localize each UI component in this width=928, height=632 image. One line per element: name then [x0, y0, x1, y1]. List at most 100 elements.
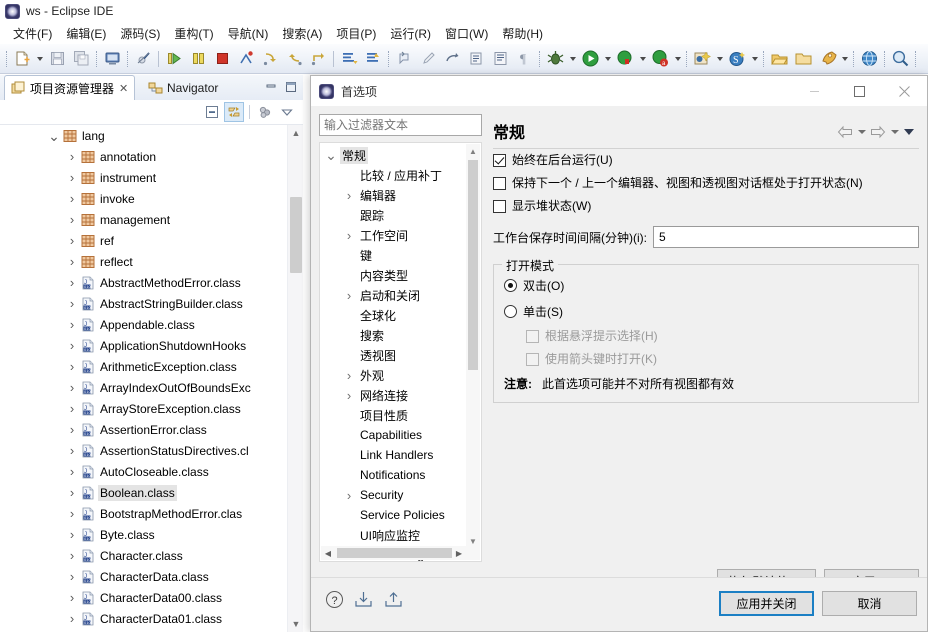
back-history-chevron-down-icon[interactable] [855, 122, 868, 142]
cancel-button[interactable]: 取消 [822, 591, 917, 616]
preferences-tree-item[interactable]: › 网络连接 [320, 385, 465, 405]
tree-item[interactable]: › J 010 Appendable.class [0, 314, 303, 335]
scroll-up-arrow[interactable]: ▲ [466, 144, 480, 158]
tree-item[interactable]: › annotation [0, 146, 303, 167]
forward-history-chevron-down-icon[interactable] [888, 122, 901, 142]
chevron-right-icon[interactable]: › [64, 212, 80, 227]
last-edit-location-button[interactable] [392, 47, 416, 71]
keep-next-prev-dialog-open-row[interactable]: 保持下一个 / 上一个编辑器、视图和透视图对话框处于打开状态(N) [493, 176, 919, 191]
dialog-maximize-button[interactable] [837, 76, 882, 106]
forward-history-button[interactable] [464, 47, 488, 71]
preferences-tree-item[interactable]: 搜索 [320, 325, 465, 345]
preferences-tree-item[interactable]: 键 [320, 245, 465, 265]
pencil-button[interactable] [416, 47, 440, 71]
preferences-tree-item[interactable]: Capabilities [320, 425, 465, 445]
scroll-right-arrow[interactable]: ▶ [452, 546, 466, 560]
chevron-right-icon[interactable]: › [64, 443, 80, 458]
preferences-tree-item[interactable]: ⌄ 常规 [320, 145, 465, 165]
collapse-all-button[interactable] [202, 102, 222, 122]
view-filters-button[interactable] [255, 102, 275, 122]
chevron-right-icon[interactable]: › [64, 485, 80, 500]
tree-item[interactable]: ⌄ lang [0, 125, 303, 146]
link-with-editor-button[interactable] [224, 102, 244, 122]
preferences-tree-item[interactable]: Service Policies [320, 505, 465, 525]
chevron-right-icon[interactable]: › [64, 464, 80, 479]
chevron-right-icon[interactable]: › [64, 170, 80, 185]
pilcrow-button[interactable]: ¶ [512, 47, 536, 71]
tree-item[interactable]: › J 010 ArithmeticException.class [0, 356, 303, 377]
step-into-button[interactable] [258, 47, 282, 71]
tree-item[interactable]: › J 010 Character.class [0, 545, 303, 566]
open-folder-button[interactable] [791, 47, 815, 71]
previous-annotation-button[interactable] [361, 47, 385, 71]
chevron-right-icon[interactable]: › [64, 590, 80, 605]
terminate-button[interactable] [210, 47, 234, 71]
chevron-right-icon[interactable]: › [64, 191, 80, 206]
page-menu-chevron-down-icon[interactable] [902, 122, 915, 142]
tree-item[interactable]: › J 010 ApplicationShutdownHooks [0, 335, 303, 356]
preferences-tree-item[interactable]: UI响应监控 [320, 525, 465, 545]
chevron-right-icon[interactable]: › [340, 388, 358, 403]
scroll-up-arrow[interactable]: ▲ [288, 125, 304, 141]
preferences-tree-item[interactable]: 比较 / 应用补丁 [320, 165, 465, 185]
tab-project-explorer[interactable]: 项目资源管理器 ✕ [4, 75, 136, 100]
tree-item[interactable]: › J 010 AutoCloseable.class [0, 461, 303, 482]
tree-item[interactable]: › J 010 ArrayStoreException.class [0, 398, 303, 419]
chevron-right-icon[interactable]: › [64, 401, 80, 416]
chevron-right-icon[interactable]: › [64, 296, 80, 311]
tree-item[interactable]: › J 010 ArrayIndexOutOfBoundsExc [0, 377, 303, 398]
preferences-tree-item[interactable]: 项目性质 [320, 405, 465, 425]
debug-button[interactable] [543, 47, 567, 71]
preferences-tree-item[interactable]: › Security [320, 485, 465, 505]
menu-window[interactable]: 窗口(W) [438, 23, 495, 44]
run-dropdown[interactable] [602, 47, 613, 71]
preferences-tree-item[interactable]: Notifications [320, 465, 465, 485]
suspend-button[interactable] [186, 47, 210, 71]
menu-edit[interactable]: 编辑(E) [59, 23, 113, 44]
apply-and-close-button[interactable]: 应用并关闭 [719, 591, 814, 616]
menu-run[interactable]: 运行(R) [383, 23, 438, 44]
tree-item[interactable]: › reflect [0, 251, 303, 272]
chevron-right-icon[interactable]: › [64, 548, 80, 563]
menu-project[interactable]: 项目(P) [329, 23, 383, 44]
tree-item[interactable]: › instrument [0, 167, 303, 188]
coverage-dropdown[interactable] [637, 47, 648, 71]
rocket-dropdown[interactable] [839, 47, 850, 71]
menu-help[interactable]: 帮助(H) [495, 23, 550, 44]
show-heap-status-checkbox[interactable] [493, 200, 506, 213]
menu-refactor[interactable]: 重构(T) [167, 23, 220, 44]
dialog-minimize-button[interactable] [792, 76, 837, 106]
chevron-right-icon[interactable]: › [64, 317, 80, 332]
back-history-button[interactable] [440, 47, 464, 71]
run-as-dropdown[interactable] [672, 47, 683, 71]
run-coverage-button[interactable] [613, 47, 637, 71]
always-run-in-background-row[interactable]: 始终在后台运行(U) [493, 153, 919, 168]
preferences-tree-item[interactable]: › 启动和关闭 [320, 285, 465, 305]
tree-item[interactable]: › J 010 BootstrapMethodError.clas [0, 503, 303, 524]
debug-dropdown[interactable] [567, 47, 578, 71]
scroll-left-arrow[interactable]: ◀ [321, 546, 335, 560]
new-java-class-button[interactable] [100, 47, 124, 71]
import-preferences-icon[interactable] [354, 590, 374, 612]
tree-item[interactable]: › ref [0, 230, 303, 251]
chevron-right-icon[interactable]: › [64, 254, 80, 269]
tree-item[interactable]: › management [0, 209, 303, 230]
new-scala-button[interactable]: S [725, 47, 749, 71]
next-annotation-button[interactable] [337, 47, 361, 71]
new-wizard-dropdown[interactable] [34, 47, 45, 71]
project-tree[interactable]: ⌄ lang › annotation › instrument › invoke › manag… [0, 125, 303, 632]
open-perspective-button[interactable] [767, 47, 791, 71]
preferences-tree-item[interactable]: 内容类型 [320, 265, 465, 285]
preferences-tree-item[interactable]: Link Handlers [320, 445, 465, 465]
chevron-down-icon[interactable]: ⌄ [322, 148, 340, 162]
export-preferences-icon[interactable] [384, 590, 404, 612]
new-wizard-button[interactable] [10, 47, 34, 71]
search-button[interactable] [888, 47, 912, 71]
tree-item[interactable]: › J 010 AbstractStringBuilder.class [0, 293, 303, 314]
preferences-tree-hscrollbar[interactable]: ◀ ▶ [321, 546, 480, 560]
resume-button[interactable] [162, 47, 186, 71]
chevron-right-icon[interactable]: › [64, 506, 80, 521]
preferences-tree-vscrollbar[interactable]: ▲ ▼ [466, 144, 480, 548]
step-over-button[interactable] [282, 47, 306, 71]
workbench-save-interval-input[interactable]: 5 [653, 226, 919, 248]
